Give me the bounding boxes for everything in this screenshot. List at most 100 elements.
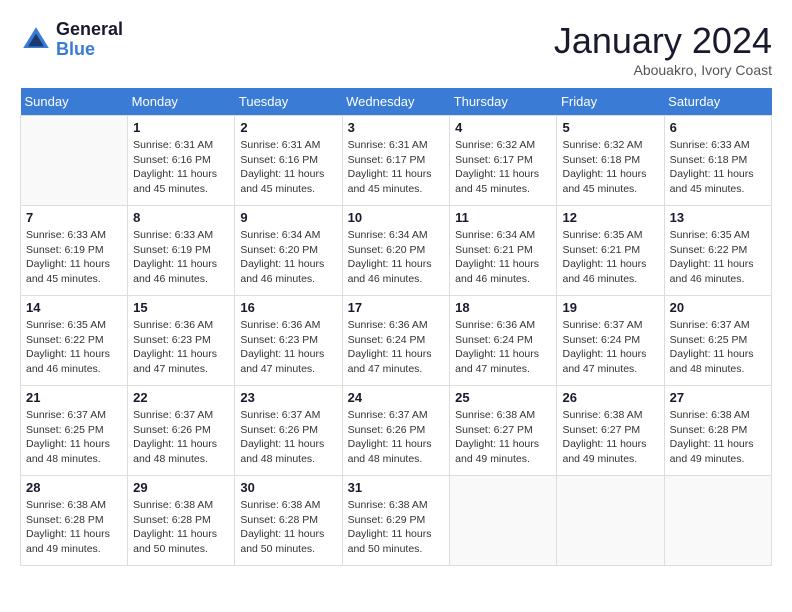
day-number: 3	[348, 120, 445, 135]
day-info: Sunrise: 6:32 AM Sunset: 6:18 PM Dayligh…	[562, 138, 658, 197]
day-number: 16	[240, 300, 336, 315]
day-cell: 30 Sunrise: 6:38 AM Sunset: 6:28 PM Dayl…	[235, 476, 342, 566]
day-number: 4	[455, 120, 551, 135]
header-friday: Friday	[557, 88, 664, 116]
day-number: 1	[133, 120, 229, 135]
day-number: 29	[133, 480, 229, 495]
day-number: 22	[133, 390, 229, 405]
day-number: 6	[670, 120, 766, 135]
day-info: Sunrise: 6:32 AM Sunset: 6:17 PM Dayligh…	[455, 138, 551, 197]
day-info: Sunrise: 6:37 AM Sunset: 6:26 PM Dayligh…	[133, 408, 229, 467]
day-cell: 19 Sunrise: 6:37 AM Sunset: 6:24 PM Dayl…	[557, 296, 664, 386]
week-row-3: 21 Sunrise: 6:37 AM Sunset: 6:25 PM Dayl…	[21, 386, 772, 476]
header-monday: Monday	[128, 88, 235, 116]
header-row: Sunday Monday Tuesday Wednesday Thursday…	[21, 88, 772, 116]
logo-icon	[20, 24, 52, 56]
day-cell	[557, 476, 664, 566]
title-block: January 2024 Abouakro, Ivory Coast	[554, 20, 772, 78]
day-cell: 22 Sunrise: 6:37 AM Sunset: 6:26 PM Dayl…	[128, 386, 235, 476]
day-info: Sunrise: 6:36 AM Sunset: 6:23 PM Dayligh…	[133, 318, 229, 377]
day-cell	[21, 116, 128, 206]
day-number: 7	[26, 210, 122, 225]
day-info: Sunrise: 6:35 AM Sunset: 6:21 PM Dayligh…	[562, 228, 658, 287]
day-number: 23	[240, 390, 336, 405]
day-number: 18	[455, 300, 551, 315]
day-info: Sunrise: 6:36 AM Sunset: 6:24 PM Dayligh…	[455, 318, 551, 377]
header-thursday: Thursday	[450, 88, 557, 116]
day-info: Sunrise: 6:38 AM Sunset: 6:28 PM Dayligh…	[133, 498, 229, 557]
page-header: General Blue January 2024 Abouakro, Ivor…	[20, 20, 772, 78]
day-info: Sunrise: 6:37 AM Sunset: 6:25 PM Dayligh…	[670, 318, 766, 377]
day-cell: 1 Sunrise: 6:31 AM Sunset: 6:16 PM Dayli…	[128, 116, 235, 206]
week-row-0: 1 Sunrise: 6:31 AM Sunset: 6:16 PM Dayli…	[21, 116, 772, 206]
day-info: Sunrise: 6:33 AM Sunset: 6:18 PM Dayligh…	[670, 138, 766, 197]
day-info: Sunrise: 6:37 AM Sunset: 6:24 PM Dayligh…	[562, 318, 658, 377]
day-number: 31	[348, 480, 445, 495]
calendar-table: Sunday Monday Tuesday Wednesday Thursday…	[20, 88, 772, 566]
day-cell: 5 Sunrise: 6:32 AM Sunset: 6:18 PM Dayli…	[557, 116, 664, 206]
day-cell: 26 Sunrise: 6:38 AM Sunset: 6:27 PM Dayl…	[557, 386, 664, 476]
day-cell	[664, 476, 771, 566]
logo-line1: General	[56, 20, 123, 40]
day-info: Sunrise: 6:35 AM Sunset: 6:22 PM Dayligh…	[26, 318, 122, 377]
day-info: Sunrise: 6:36 AM Sunset: 6:24 PM Dayligh…	[348, 318, 445, 377]
location-subtitle: Abouakro, Ivory Coast	[554, 62, 772, 78]
day-number: 5	[562, 120, 658, 135]
week-row-2: 14 Sunrise: 6:35 AM Sunset: 6:22 PM Dayl…	[21, 296, 772, 386]
day-cell: 31 Sunrise: 6:38 AM Sunset: 6:29 PM Dayl…	[342, 476, 450, 566]
day-cell: 16 Sunrise: 6:36 AM Sunset: 6:23 PM Dayl…	[235, 296, 342, 386]
day-cell: 15 Sunrise: 6:36 AM Sunset: 6:23 PM Dayl…	[128, 296, 235, 386]
day-info: Sunrise: 6:34 AM Sunset: 6:20 PM Dayligh…	[348, 228, 445, 287]
day-cell: 9 Sunrise: 6:34 AM Sunset: 6:20 PM Dayli…	[235, 206, 342, 296]
day-number: 12	[562, 210, 658, 225]
day-info: Sunrise: 6:34 AM Sunset: 6:21 PM Dayligh…	[455, 228, 551, 287]
week-row-4: 28 Sunrise: 6:38 AM Sunset: 6:28 PM Dayl…	[21, 476, 772, 566]
day-info: Sunrise: 6:36 AM Sunset: 6:23 PM Dayligh…	[240, 318, 336, 377]
day-info: Sunrise: 6:38 AM Sunset: 6:28 PM Dayligh…	[26, 498, 122, 557]
day-cell: 4 Sunrise: 6:32 AM Sunset: 6:17 PM Dayli…	[450, 116, 557, 206]
day-number: 2	[240, 120, 336, 135]
header-sunday: Sunday	[21, 88, 128, 116]
day-number: 30	[240, 480, 336, 495]
day-cell: 12 Sunrise: 6:35 AM Sunset: 6:21 PM Dayl…	[557, 206, 664, 296]
day-info: Sunrise: 6:31 AM Sunset: 6:17 PM Dayligh…	[348, 138, 445, 197]
header-saturday: Saturday	[664, 88, 771, 116]
calendar-body: 1 Sunrise: 6:31 AM Sunset: 6:16 PM Dayli…	[21, 116, 772, 566]
day-cell: 17 Sunrise: 6:36 AM Sunset: 6:24 PM Dayl…	[342, 296, 450, 386]
calendar-header: Sunday Monday Tuesday Wednesday Thursday…	[21, 88, 772, 116]
day-cell	[450, 476, 557, 566]
day-number: 13	[670, 210, 766, 225]
day-cell: 8 Sunrise: 6:33 AM Sunset: 6:19 PM Dayli…	[128, 206, 235, 296]
day-cell: 29 Sunrise: 6:38 AM Sunset: 6:28 PM Dayl…	[128, 476, 235, 566]
day-number: 26	[562, 390, 658, 405]
day-info: Sunrise: 6:34 AM Sunset: 6:20 PM Dayligh…	[240, 228, 336, 287]
day-number: 19	[562, 300, 658, 315]
day-number: 11	[455, 210, 551, 225]
day-info: Sunrise: 6:37 AM Sunset: 6:25 PM Dayligh…	[26, 408, 122, 467]
day-info: Sunrise: 6:31 AM Sunset: 6:16 PM Dayligh…	[133, 138, 229, 197]
day-number: 20	[670, 300, 766, 315]
day-number: 25	[455, 390, 551, 405]
logo-line2: Blue	[56, 40, 123, 60]
day-number: 24	[348, 390, 445, 405]
day-cell: 23 Sunrise: 6:37 AM Sunset: 6:26 PM Dayl…	[235, 386, 342, 476]
day-cell: 24 Sunrise: 6:37 AM Sunset: 6:26 PM Dayl…	[342, 386, 450, 476]
day-cell: 18 Sunrise: 6:36 AM Sunset: 6:24 PM Dayl…	[450, 296, 557, 386]
day-info: Sunrise: 6:38 AM Sunset: 6:28 PM Dayligh…	[670, 408, 766, 467]
day-number: 15	[133, 300, 229, 315]
day-info: Sunrise: 6:38 AM Sunset: 6:29 PM Dayligh…	[348, 498, 445, 557]
day-number: 14	[26, 300, 122, 315]
day-info: Sunrise: 6:31 AM Sunset: 6:16 PM Dayligh…	[240, 138, 336, 197]
day-cell: 10 Sunrise: 6:34 AM Sunset: 6:20 PM Dayl…	[342, 206, 450, 296]
month-title: January 2024	[554, 20, 772, 62]
header-tuesday: Tuesday	[235, 88, 342, 116]
day-info: Sunrise: 6:33 AM Sunset: 6:19 PM Dayligh…	[133, 228, 229, 287]
day-info: Sunrise: 6:35 AM Sunset: 6:22 PM Dayligh…	[670, 228, 766, 287]
header-wednesday: Wednesday	[342, 88, 450, 116]
day-cell: 13 Sunrise: 6:35 AM Sunset: 6:22 PM Dayl…	[664, 206, 771, 296]
day-cell: 14 Sunrise: 6:35 AM Sunset: 6:22 PM Dayl…	[21, 296, 128, 386]
day-number: 27	[670, 390, 766, 405]
day-number: 17	[348, 300, 445, 315]
day-number: 8	[133, 210, 229, 225]
day-cell: 2 Sunrise: 6:31 AM Sunset: 6:16 PM Dayli…	[235, 116, 342, 206]
